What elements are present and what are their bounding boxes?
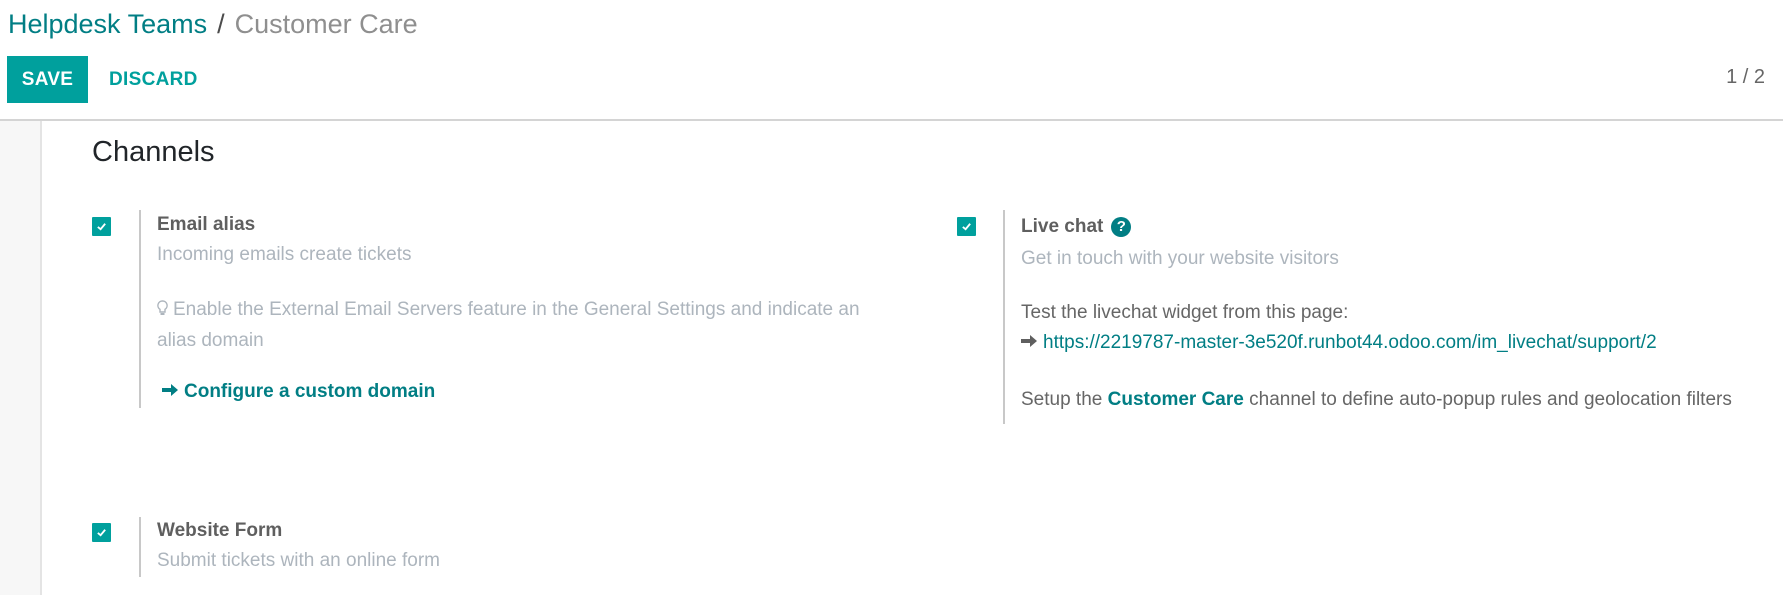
setup-prefix: Setup the bbox=[1021, 389, 1108, 410]
live-chat-url-link[interactable]: https://2219787-master-3e520f.runbot44.o… bbox=[1043, 332, 1657, 353]
customer-care-channel-link[interactable]: Customer Care bbox=[1108, 389, 1244, 410]
live-chat-description: Get in touch with your website visitors bbox=[1021, 248, 1339, 269]
breadcrumb: Helpdesk Teams / Customer Care bbox=[8, 6, 418, 42]
save-button[interactable]: SAVE bbox=[7, 56, 88, 103]
email-alias-title: Email alias bbox=[157, 214, 256, 235]
live-chat-url-row: https://2219787-master-3e520f.runbot44.o… bbox=[1021, 328, 1657, 358]
breadcrumb-current: Customer Care bbox=[234, 9, 418, 39]
section-title: Channels bbox=[92, 136, 215, 168]
website-form-checkbox[interactable] bbox=[92, 523, 111, 542]
control-panel: Helpdesk Teams / Customer Care SAVE DISCAR… bbox=[0, 0, 1783, 120]
setting-divider bbox=[139, 210, 141, 408]
breadcrumb-separator: / bbox=[217, 9, 225, 39]
email-alias-hint: Enable the External Email Servers featur… bbox=[157, 295, 860, 356]
live-chat-title-row: Live chat? bbox=[1021, 216, 1132, 238]
control-panel-divider bbox=[0, 119, 1783, 121]
sheet-left-gutter bbox=[0, 121, 42, 595]
email-alias-hint-line2: alias domain bbox=[157, 330, 264, 351]
email-alias-checkbox[interactable] bbox=[92, 217, 111, 236]
configure-custom-domain-link[interactable]: Configure a custom domain bbox=[162, 377, 435, 407]
website-form-title: Website Form bbox=[157, 520, 283, 541]
check-icon bbox=[97, 529, 106, 537]
discard-button[interactable]: DISCARD bbox=[100, 56, 207, 103]
lightbulb-icon bbox=[157, 296, 168, 326]
website-form-description: Submit tickets with an online form bbox=[157, 550, 441, 571]
arrow-right-icon bbox=[1021, 328, 1038, 358]
setting-divider bbox=[139, 517, 141, 577]
setup-suffix: channel to define auto-popup rules and g… bbox=[1243, 389, 1732, 410]
live-chat-checkbox[interactable] bbox=[957, 217, 976, 236]
pager-value[interactable]: 1 / 2 bbox=[1726, 66, 1765, 89]
configure-custom-domain-label[interactable]: Configure a custom domain bbox=[184, 381, 435, 402]
email-alias-hint-line1: Enable the External Email Servers featur… bbox=[173, 299, 860, 320]
question-circle-icon[interactable]: ? bbox=[1111, 216, 1132, 237]
check-icon bbox=[962, 223, 971, 231]
live-chat-setup-text: Setup the Customer Care channel to defin… bbox=[1021, 385, 1732, 415]
breadcrumb-parent[interactable]: Helpdesk Teams bbox=[8, 9, 207, 39]
live-chat-title: Live chat bbox=[1021, 216, 1104, 237]
email-alias-description: Incoming emails create tickets bbox=[157, 244, 412, 265]
arrow-right-icon bbox=[162, 377, 179, 407]
live-chat-test-text: Test the livechat widget from this page: bbox=[1021, 302, 1349, 323]
setting-divider bbox=[1003, 210, 1005, 424]
check-icon bbox=[97, 223, 106, 231]
